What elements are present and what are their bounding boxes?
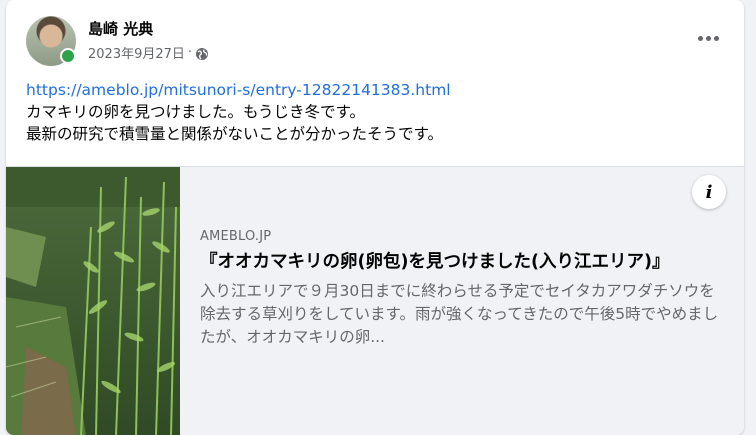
post-card: 島崎 光典 2023年9月27日 · https://ameblo.jp/mit… bbox=[6, 0, 744, 435]
post-header: 島崎 光典 2023年9月27日 · bbox=[26, 16, 726, 68]
more-options-button[interactable] bbox=[690, 20, 726, 56]
preview-domain: AMEBLO.JP bbox=[200, 229, 272, 244]
info-button[interactable]: i bbox=[692, 175, 726, 209]
globe-icon[interactable] bbox=[195, 46, 209, 60]
preview-description: 入り江エリアで９月30日までに終わらせる予定でセイタカアワダチソウを除去する草刈… bbox=[200, 282, 719, 346]
post-timestamp[interactable]: 2023年9月27日 bbox=[88, 43, 185, 62]
preview-title[interactable]: 『オオカマキリの卵(卵包)を見つけました(入り江エリア)』 bbox=[200, 250, 720, 274]
post-text-line: カマキリの卵を見つけました。もうじき冬です。 bbox=[26, 103, 365, 121]
author-name[interactable]: 島崎 光典 bbox=[88, 18, 153, 39]
avatar[interactable] bbox=[26, 16, 76, 66]
post-link[interactable]: https://ameblo.jp/mitsunori-s/entry-1282… bbox=[26, 79, 726, 101]
online-status-icon bbox=[60, 48, 76, 64]
preview-thumbnail[interactable] bbox=[6, 167, 180, 435]
post-text-line: 最新の研究で積雪量と関係がないことが分かったそうです。 bbox=[26, 125, 443, 143]
preview-body: AMEBLO.JP 『オオカマキリの卵(卵包)を見つけました(入り江エリア)』 … bbox=[200, 229, 720, 349]
post-meta: 2023年9月27日 · bbox=[88, 43, 209, 62]
meta-separator: · bbox=[187, 45, 193, 60]
info-icon: i bbox=[705, 181, 713, 203]
link-preview[interactable]: i AMEBLO.JP 『オオカマキリの卵(卵包)を見つけました(入り江エリア)… bbox=[6, 166, 744, 435]
more-options-icon bbox=[697, 35, 719, 41]
post-body: https://ameblo.jp/mitsunori-s/entry-1282… bbox=[26, 79, 726, 145]
